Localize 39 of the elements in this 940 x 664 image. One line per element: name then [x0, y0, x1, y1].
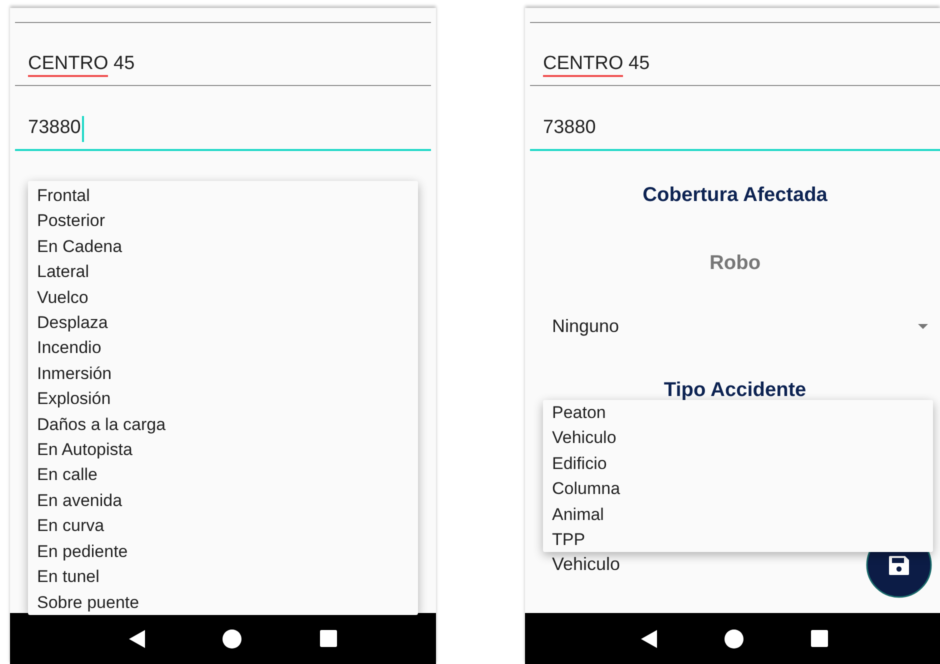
menu-option[interactable]: En tunel — [28, 564, 418, 590]
menu-option[interactable]: Edificio — [543, 450, 933, 476]
dropdown-select[interactable]: Vehiculo — [530, 553, 940, 613]
home-icon[interactable] — [724, 628, 744, 648]
menu-option[interactable]: En pediente — [28, 538, 418, 564]
home-icon[interactable] — [222, 628, 242, 648]
section-heading: Cobertura Afectada — [642, 184, 828, 206]
section-subheading: Robo — [709, 252, 761, 274]
menu-option[interactable]: Columna — [543, 476, 933, 502]
menu-option[interactable]: Peaton — [543, 400, 933, 426]
menu-option[interactable]: Sobre puente — [28, 590, 418, 615]
recents-icon[interactable] — [320, 630, 338, 647]
menu-option[interactable]: Inmersión — [28, 360, 418, 386]
menu-option[interactable]: En Autopista — [28, 437, 418, 462]
menu-option[interactable]: Explosión — [28, 386, 418, 412]
back-icon[interactable] — [640, 630, 657, 648]
menu-option[interactable]: Lateral — [28, 259, 418, 285]
dropdown-arrow-icon[interactable] — [918, 324, 928, 328]
menu-option[interactable]: Incendio — [28, 335, 418, 361]
menu-option[interactable]: Frontal — [28, 183, 418, 208]
menu-option[interactable]: Animal — [543, 502, 933, 528]
text-field[interactable]: 73880 — [530, 86, 940, 151]
menu-option[interactable]: En Cadena — [28, 234, 418, 260]
menu-option[interactable]: Vuelco — [28, 284, 418, 310]
section-heading: Tipo Accidente — [664, 378, 806, 402]
text-field[interactable]: CENTRO 45 — [530, 23, 940, 86]
menu-option[interactable]: Desplaza — [28, 310, 418, 336]
menu-option[interactable]: TPP — [543, 527, 933, 552]
text-field[interactable]: CENTRO 45 — [15, 23, 431, 86]
menu-option[interactable]: En calle — [28, 462, 418, 488]
menu-option[interactable]: Vehiculo — [543, 425, 933, 451]
menu-option[interactable]: En avenida — [28, 488, 418, 514]
menu-option[interactable]: Daños a la carga — [28, 412, 418, 438]
back-icon[interactable] — [128, 630, 145, 648]
menu-option[interactable]: En curva — [28, 513, 418, 539]
menu-option[interactable]: Posterior — [28, 208, 418, 234]
recents-icon[interactable] — [811, 630, 828, 647]
text-field[interactable]: 73880 — [15, 86, 431, 151]
dropdown-select[interactable]: Ninguno — [530, 287, 940, 365]
